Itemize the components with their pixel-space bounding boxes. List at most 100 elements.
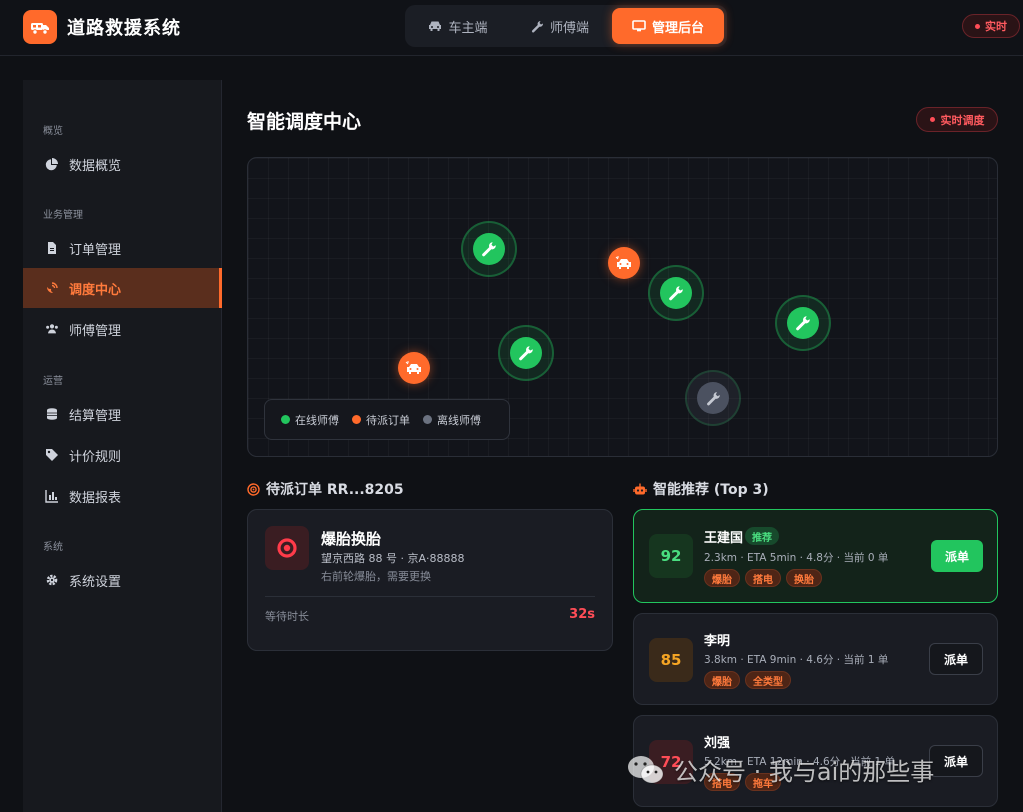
car-crash-icon (405, 361, 421, 374)
sidebar-section-overview: 概览 (43, 126, 63, 137)
pending-order-marker[interactable] (608, 247, 640, 279)
top-bar: 道路救援系统 车主端 师傅端 管理后台 实时 (0, 0, 1023, 56)
wrench-icon (669, 286, 683, 301)
coins-icon (47, 408, 57, 420)
tab-technician[interactable]: 师傅端 (508, 8, 612, 44)
live-status-badge: 实时 (962, 14, 1020, 38)
sidebar-item-orders[interactable]: 订单管理 (23, 228, 222, 268)
live-dot-icon (975, 23, 980, 29)
car-crash-icon (615, 256, 631, 269)
monitor-icon (632, 20, 646, 32)
online-technician-marker[interactable] (648, 265, 704, 321)
skill-tags: 爆胎 搭电 换胎 (704, 569, 822, 587)
wrench-icon (796, 316, 810, 331)
satellite-dish-icon (47, 282, 58, 293)
legend-online: 在线师傅 (281, 412, 339, 428)
sidebar-item-label: 调度中心 (69, 282, 122, 298)
order-description: 右前轮爆胎，需要更换 (321, 570, 431, 583)
skill-tag: 换胎 (786, 569, 822, 587)
tag-icon (46, 449, 58, 461)
pending-order-card[interactable]: 爆胎换胎 望京西路 88 号 · 京A·88888 右前轮爆胎，需要更换 等待时… (247, 509, 613, 651)
pending-order-header: 待派订单 RR...8205 (247, 479, 404, 499)
sidebar-item-label: 系统设置 (69, 574, 122, 590)
divider (265, 596, 595, 597)
sidebar-item-data-overview[interactable]: 数据概览 (23, 144, 222, 184)
recommended-badge: 推荐 (745, 527, 779, 545)
legend-offline: 离线师傅 (423, 412, 481, 428)
tire-icon (265, 526, 309, 570)
sidebar-item-label: 师傅管理 (69, 323, 122, 339)
technician-name: 王建国 (704, 531, 744, 546)
pie-chart-icon (45, 158, 58, 171)
legend-pending: 待派订单 (352, 412, 410, 428)
users-icon (46, 324, 58, 334)
car-icon (429, 21, 442, 31)
technician-meta: 2.3km · ETA 5min · 4.8分 · 当前 0 单 (704, 552, 889, 564)
sidebar-section-business: 业务管理 (43, 210, 83, 221)
pending-order-title: 待派订单 RR...8205 (266, 482, 404, 498)
target-icon (247, 482, 260, 496)
sidebar-section-system: 系统 (43, 542, 63, 553)
order-title: 爆胎换胎 (321, 530, 382, 548)
match-score: 92 (649, 534, 693, 578)
sidebar-item-label: 数据报表 (69, 490, 122, 506)
wait-time-label: 等待时长 (265, 610, 309, 623)
recommend-card[interactable]: 92 王建国 推荐 2.3km · ETA 5min · 4.8分 · 当前 0… (633, 509, 998, 603)
online-technician-marker[interactable] (461, 221, 517, 277)
sidebar-item-pricing[interactable]: 计价规则 (23, 435, 222, 475)
watermark: 公众号 · 我与ai的那些事 (626, 752, 934, 787)
live-dot-icon (929, 117, 935, 122)
recommend-title: 智能推荐 (Top 3) (653, 482, 769, 498)
sidebar-item-label: 订单管理 (69, 242, 122, 258)
sidebar-item-label: 数据概览 (69, 158, 122, 174)
skill-tag: 全类型 (745, 671, 791, 689)
live-status-label: 实时 (985, 20, 1007, 33)
role-tabs: 车主端 师傅端 管理后台 (405, 5, 727, 47)
dispatch-map[interactable]: 在线师傅 待派订单 离线师傅 (247, 157, 998, 457)
sidebar-item-dispatch[interactable]: 调度中心 (23, 268, 222, 308)
tab-admin-label: 管理后台 (651, 20, 704, 36)
skill-tags: 爆胎 全类型 (704, 671, 791, 689)
online-technician-marker[interactable] (775, 295, 831, 351)
wrench-icon (482, 242, 496, 257)
tab-owner[interactable]: 车主端 (408, 8, 508, 44)
sidebar-item-label: 计价规则 (69, 449, 122, 465)
recommend-header: 智能推荐 (Top 3) (633, 479, 769, 499)
sidebar-item-settings[interactable]: 系统设置 (23, 560, 222, 600)
live-dispatch-label: 实时调度 (940, 113, 985, 127)
tab-admin[interactable]: 管理后台 (612, 8, 724, 44)
page-title: 智能调度中心 (247, 111, 362, 133)
sidebar: 概览 数据概览 业务管理 订单管理 调度中心 师傅管理 运营 结算管理 计价规则… (23, 80, 222, 812)
tab-technician-label: 师傅端 (549, 20, 589, 36)
sidebar-item-settlement[interactable]: 结算管理 (23, 394, 222, 434)
technician-name: 李明 (704, 634, 731, 649)
match-score: 85 (649, 638, 693, 682)
wechat-icon (628, 755, 664, 783)
sidebar-item-reports[interactable]: 数据报表 (23, 476, 222, 516)
order-address: 望京西路 88 号 · 京A·88888 (321, 552, 465, 565)
sidebar-item-technicians[interactable]: 师傅管理 (23, 309, 222, 349)
wrench-icon (706, 391, 720, 405)
dispatch-button[interactable]: 派单 (929, 745, 983, 777)
offline-technician-marker[interactable] (685, 370, 741, 426)
sidebar-section-operations: 运营 (43, 376, 63, 387)
dispatch-button[interactable]: 派单 (929, 643, 983, 675)
skill-tag: 爆胎 (704, 671, 740, 689)
wrench-icon (531, 20, 543, 32)
skill-tag: 搭电 (745, 569, 781, 587)
wrench-icon (519, 346, 533, 361)
technician-name: 刘强 (704, 736, 731, 751)
online-technician-marker[interactable] (498, 325, 554, 381)
map-legend: 在线师傅 待派订单 离线师傅 (264, 399, 510, 440)
tow-truck-logo-icon (23, 10, 57, 44)
sidebar-item-label: 结算管理 (69, 408, 122, 424)
app-title: 道路救援系统 (67, 18, 181, 39)
wait-time-value: 32s (569, 607, 595, 622)
robot-icon (633, 483, 647, 494)
tab-owner-label: 车主端 (448, 20, 488, 36)
pending-order-marker[interactable] (398, 352, 430, 384)
gear-icon (46, 574, 58, 586)
watermark-text: 公众号 · 我与ai的那些事 (674, 758, 935, 786)
dispatch-button[interactable]: 派单 (931, 540, 983, 572)
recommend-card[interactable]: 85 李明 3.8km · ETA 9min · 4.6分 · 当前 1 单 爆… (633, 613, 998, 705)
